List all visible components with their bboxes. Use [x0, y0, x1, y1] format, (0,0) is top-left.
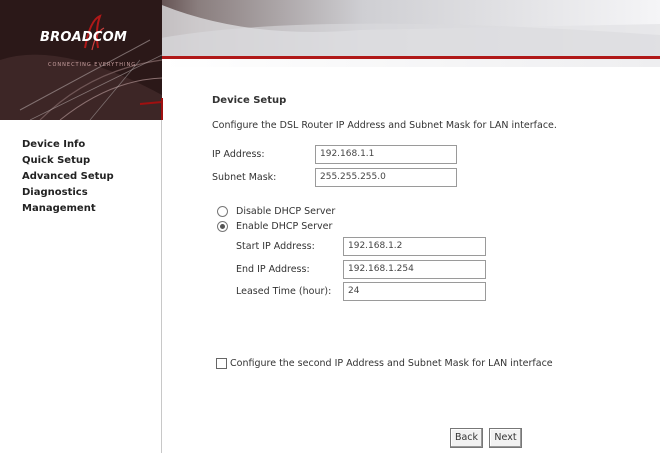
second-ip-label: Configure the second IP Address and Subn… — [230, 358, 553, 369]
subnet-mask-label: Subnet Mask: — [212, 172, 277, 183]
ip-address-label: IP Address: — [212, 149, 265, 160]
radio-selected-dot — [220, 224, 225, 229]
enable-dhcp-label: Enable DHCP Server — [236, 221, 333, 232]
lease-time-input[interactable]: 24 — [343, 282, 486, 301]
sidebar-item-advanced-setup[interactable]: Advanced Setup — [22, 169, 114, 185]
page-description: Configure the DSL Router IP Address and … — [212, 120, 557, 131]
disable-dhcp-radio[interactable] — [217, 206, 228, 217]
main-content: Device Setup Configure the DSL Router IP… — [163, 95, 660, 453]
header-banner: BROADCOM CONNECTING EVERYTHING — [0, 0, 660, 120]
disable-dhcp-label: Disable DHCP Server — [236, 206, 336, 217]
start-ip-label: Start IP Address: — [236, 241, 315, 252]
sidebar: Device Info Quick Setup Advanced Setup D… — [0, 120, 162, 453]
back-button[interactable]: Back — [450, 428, 483, 448]
end-ip-label: End IP Address: — [236, 264, 310, 275]
enable-dhcp-radio[interactable] — [217, 221, 228, 232]
subnet-mask-input[interactable]: 255.255.255.0 — [315, 168, 457, 187]
banner-graphic — [0, 0, 660, 120]
second-ip-checkbox[interactable] — [216, 358, 227, 369]
ip-address-input[interactable]: 192.168.1.1 — [315, 145, 457, 164]
sidebar-nav: Device Info Quick Setup Advanced Setup D… — [22, 137, 114, 217]
start-ip-input[interactable]: 192.168.1.2 — [343, 237, 486, 256]
sidebar-item-management[interactable]: Management — [22, 201, 114, 217]
lease-time-label: Leased Time (hour): — [236, 286, 332, 297]
broadcom-logo: BROADCOM — [40, 30, 127, 45]
end-ip-input[interactable]: 192.168.1.254 — [343, 260, 486, 279]
next-button[interactable]: Next — [489, 428, 522, 448]
sidebar-item-device-info[interactable]: Device Info — [22, 137, 114, 153]
logo-tagline: CONNECTING EVERYTHING — [48, 62, 137, 68]
sidebar-item-quick-setup[interactable]: Quick Setup — [22, 153, 114, 169]
sidebar-item-diagnostics[interactable]: Diagnostics — [22, 185, 114, 201]
page-title: Device Setup — [212, 95, 287, 106]
